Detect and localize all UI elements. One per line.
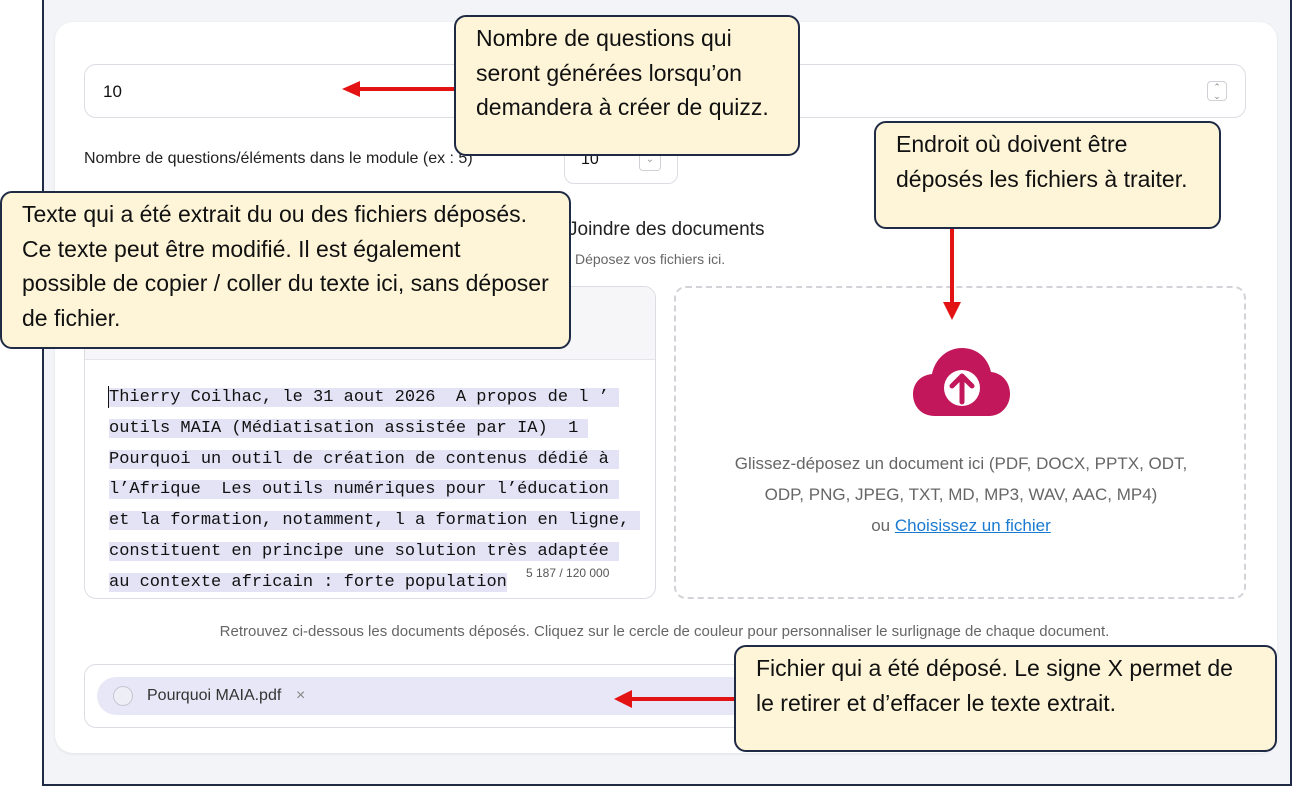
text-caret bbox=[108, 386, 109, 408]
file-name: Pourquoi MAIA.pdf bbox=[147, 687, 282, 704]
question-count-value: 10 bbox=[103, 82, 122, 101]
choose-file-link[interactable]: Choisissez un fichier bbox=[895, 516, 1051, 535]
stepper-icon[interactable]: ⌃ ⌄ bbox=[1207, 81, 1227, 101]
attach-documents-title: Joindre des documents bbox=[568, 219, 765, 240]
arrow-to-file-chip bbox=[614, 690, 736, 708]
module-count-label: Nombre de questions/éléments dans le mod… bbox=[84, 150, 473, 167]
file-dropzone[interactable]: Glissez-déposez un document ici (PDF, DO… bbox=[674, 286, 1246, 599]
dropzone-formats-line2: ODP, PNG, JPEG, TXT, MD, MP3, WAV, AAC, … bbox=[764, 485, 1158, 504]
callout-question-count: Nombre de questions qui seront générées … bbox=[454, 15, 800, 156]
dropzone-hint: Glissez-déposez un document ici (PDF, DO… bbox=[696, 448, 1226, 541]
callout-dropzone: Endroit où doivent être déposés les fich… bbox=[874, 121, 1221, 229]
arrow-to-question-input bbox=[342, 81, 458, 97]
character-counter: 5 187 / 120 000 bbox=[526, 566, 610, 580]
attach-documents-subtitle: Déposez vos fichiers ici. bbox=[575, 251, 726, 267]
highlight-color-picker[interactable] bbox=[113, 686, 133, 706]
callout-extracted-text: Texte qui a été extrait du ou des fichie… bbox=[0, 191, 571, 349]
cloud-upload-icon bbox=[913, 348, 1010, 416]
remove-file-button[interactable]: × bbox=[296, 687, 305, 705]
uploaded-files-note: Retrouvez ci-dessous les documents dépos… bbox=[219, 623, 1110, 640]
or-text: ou bbox=[871, 516, 891, 535]
callout-uploaded-file: Fichier qui a été déposé. Le signe X per… bbox=[734, 645, 1277, 752]
dropzone-formats-line1: Glissez-déposez un document ici (PDF, DO… bbox=[734, 454, 1188, 473]
arrow-to-dropzone bbox=[943, 226, 961, 320]
